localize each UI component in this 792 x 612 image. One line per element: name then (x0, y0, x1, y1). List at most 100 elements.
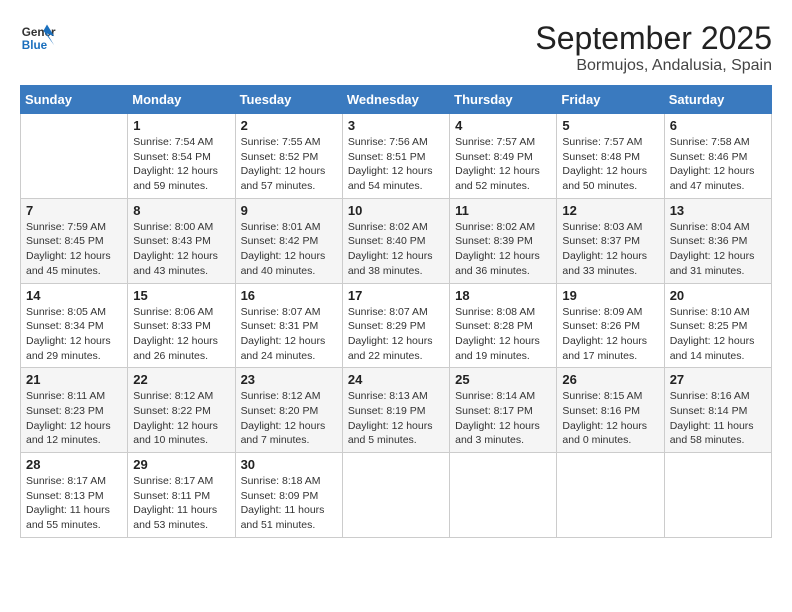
day-number: 18 (455, 288, 551, 303)
calendar-cell: 28 Sunrise: 8:17 AMSunset: 8:13 PMDayligh… (21, 453, 128, 538)
day-info: Sunrise: 8:08 AMSunset: 8:28 PMDaylight:… (455, 305, 551, 364)
calendar-cell (557, 453, 664, 538)
weekday-header: Monday (128, 86, 235, 114)
day-info: Sunrise: 8:07 AMSunset: 8:29 PMDaylight:… (348, 305, 444, 364)
calendar-week: 14 Sunrise: 8:05 AMSunset: 8:34 PMDayligh… (21, 283, 772, 368)
calendar-cell: 18 Sunrise: 8:08 AMSunset: 8:28 PMDayligh… (450, 283, 557, 368)
calendar-week: 21 Sunrise: 8:11 AMSunset: 8:23 PMDayligh… (21, 368, 772, 453)
day-number: 5 (562, 118, 658, 133)
day-number: 21 (26, 372, 122, 387)
calendar-cell: 12 Sunrise: 8:03 AMSunset: 8:37 PMDayligh… (557, 198, 664, 283)
calendar-header: SundayMondayTuesdayWednesdayThursdayFrid… (21, 86, 772, 114)
calendar-cell: 19Sunrise: 8:09 AMSunset: 8:26 PMDayligh… (557, 283, 664, 368)
day-info: Sunrise: 8:15 AMSunset: 8:16 PMDaylight:… (562, 389, 658, 448)
day-info: Sunrise: 8:07 AMSunset: 8:31 PMDaylight:… (241, 305, 337, 364)
day-info: Sunrise: 8:12 AMSunset: 8:20 PMDaylight:… (241, 389, 337, 448)
day-info: Sunrise: 7:57 AMSunset: 8:48 PMDaylight:… (562, 135, 658, 194)
day-number: 10 (348, 203, 444, 218)
calendar-cell (664, 453, 771, 538)
svg-text:Blue: Blue (22, 39, 48, 52)
calendar-cell (342, 453, 449, 538)
day-number: 8 (133, 203, 229, 218)
calendar-cell: 21 Sunrise: 8:11 AMSunset: 8:23 PMDayligh… (21, 368, 128, 453)
calendar-cell: 13 Sunrise: 8:04 AMSunset: 8:36 PMDayligh… (664, 198, 771, 283)
day-number: 16 (241, 288, 337, 303)
calendar-cell: 5 Sunrise: 7:57 AMSunset: 8:48 PMDaylight… (557, 114, 664, 199)
calendar-cell: 1 Sunrise: 7:54 AMSunset: 8:54 PMDaylight… (128, 114, 235, 199)
calendar-cell (450, 453, 557, 538)
day-number: 22 (133, 372, 229, 387)
month-title: September 2025 (535, 20, 772, 57)
day-info: Sunrise: 8:04 AMSunset: 8:36 PMDaylight:… (670, 220, 766, 279)
weekday-header: Sunday (21, 86, 128, 114)
calendar-cell: 29Sunrise: 8:17 AMSunset: 8:11 PMDayligh… (128, 453, 235, 538)
day-info: Sunrise: 7:54 AMSunset: 8:54 PMDaylight:… (133, 135, 229, 194)
calendar-cell: 14 Sunrise: 8:05 AMSunset: 8:34 PMDayligh… (21, 283, 128, 368)
calendar-cell: 24 Sunrise: 8:13 AMSunset: 8:19 PMDayligh… (342, 368, 449, 453)
day-info: Sunrise: 8:02 AMSunset: 8:39 PMDaylight:… (455, 220, 551, 279)
weekday-header: Friday (557, 86, 664, 114)
day-info: Sunrise: 8:16 AMSunset: 8:14 PMDaylight:… (670, 389, 766, 448)
day-number: 7 (26, 203, 122, 218)
calendar-cell: 26 Sunrise: 8:15 AMSunset: 8:16 PMDayligh… (557, 368, 664, 453)
calendar-cell: 9 Sunrise: 8:01 AMSunset: 8:42 PMDaylight… (235, 198, 342, 283)
logo-icon: General Blue (20, 20, 56, 56)
day-number: 25 (455, 372, 551, 387)
calendar-cell: 3 Sunrise: 7:56 AMSunset: 8:51 PMDaylight… (342, 114, 449, 199)
calendar-cell: 17 Sunrise: 8:07 AMSunset: 8:29 PMDayligh… (342, 283, 449, 368)
day-info: Sunrise: 8:17 AMSunset: 8:13 PMDaylight:… (26, 474, 122, 533)
day-info: Sunrise: 7:55 AMSunset: 8:52 PMDaylight:… (241, 135, 337, 194)
day-number: 1 (133, 118, 229, 133)
day-number: 27 (670, 372, 766, 387)
calendar-cell: 4Sunrise: 7:57 AMSunset: 8:49 PMDaylight… (450, 114, 557, 199)
day-number: 12 (562, 203, 658, 218)
calendar-cell: 7 Sunrise: 7:59 AMSunset: 8:45 PMDaylight… (21, 198, 128, 283)
weekday-header: Thursday (450, 86, 557, 114)
calendar-cell: 6Sunrise: 7:58 AMSunset: 8:46 PMDaylight… (664, 114, 771, 199)
calendar-cell: 2Sunrise: 7:55 AMSunset: 8:52 PMDaylight… (235, 114, 342, 199)
day-number: 28 (26, 457, 122, 472)
weekday-header: Saturday (664, 86, 771, 114)
day-number: 26 (562, 372, 658, 387)
calendar-cell: 22 Sunrise: 8:12 AMSunset: 8:22 PMDayligh… (128, 368, 235, 453)
calendar-week: 7 Sunrise: 7:59 AMSunset: 8:45 PMDaylight… (21, 198, 772, 283)
day-number: 23 (241, 372, 337, 387)
day-number: 11 (455, 203, 551, 218)
day-number: 24 (348, 372, 444, 387)
calendar-table: SundayMondayTuesdayWednesdayThursdayFrid… (20, 85, 772, 538)
calendar-cell: 23 Sunrise: 8:12 AMSunset: 8:20 PMDayligh… (235, 368, 342, 453)
calendar-cell: 25 Sunrise: 8:14 AMSunset: 8:17 PMDayligh… (450, 368, 557, 453)
calendar-cell: 27 Sunrise: 8:16 AMSunset: 8:14 PMDayligh… (664, 368, 771, 453)
logo: General Blue (20, 20, 56, 56)
day-info: Sunrise: 7:58 AMSunset: 8:46 PMDaylight:… (670, 135, 766, 194)
day-info: Sunrise: 7:59 AMSunset: 8:45 PMDaylight:… (26, 220, 122, 279)
calendar-cell: 20 Sunrise: 8:10 AMSunset: 8:25 PMDayligh… (664, 283, 771, 368)
calendar-cell: 10Sunrise: 8:02 AMSunset: 8:40 PMDayligh… (342, 198, 449, 283)
title-block: September 2025 Bormujos, Andalusia, Spai… (535, 20, 772, 75)
day-info: Sunrise: 8:14 AMSunset: 8:17 PMDaylight:… (455, 389, 551, 448)
calendar-week: 28 Sunrise: 8:17 AMSunset: 8:13 PMDayligh… (21, 453, 772, 538)
day-info: Sunrise: 8:18 AMSunset: 8:09 PMDaylight:… (241, 474, 337, 533)
day-number: 20 (670, 288, 766, 303)
day-info: Sunrise: 8:11 AMSunset: 8:23 PMDaylight:… (26, 389, 122, 448)
day-number: 14 (26, 288, 122, 303)
location-title: Bormujos, Andalusia, Spain (535, 57, 772, 75)
day-number: 4 (455, 118, 551, 133)
day-info: Sunrise: 8:13 AMSunset: 8:19 PMDaylight:… (348, 389, 444, 448)
day-info: Sunrise: 8:03 AMSunset: 8:37 PMDaylight:… (562, 220, 658, 279)
day-number: 9 (241, 203, 337, 218)
day-info: Sunrise: 8:06 AMSunset: 8:33 PMDaylight:… (133, 305, 229, 364)
calendar-cell: 8Sunrise: 8:00 AMSunset: 8:43 PMDaylight… (128, 198, 235, 283)
day-info: Sunrise: 8:12 AMSunset: 8:22 PMDaylight:… (133, 389, 229, 448)
day-number: 13 (670, 203, 766, 218)
calendar-cell: 11 Sunrise: 8:02 AMSunset: 8:39 PMDayligh… (450, 198, 557, 283)
day-number: 19 (562, 288, 658, 303)
day-number: 17 (348, 288, 444, 303)
day-info: Sunrise: 7:56 AMSunset: 8:51 PMDaylight:… (348, 135, 444, 194)
day-info: Sunrise: 8:10 AMSunset: 8:25 PMDaylight:… (670, 305, 766, 364)
day-info: Sunrise: 8:01 AMSunset: 8:42 PMDaylight:… (241, 220, 337, 279)
calendar-cell: 30Sunrise: 8:18 AMSunset: 8:09 PMDayligh… (235, 453, 342, 538)
weekday-header: Tuesday (235, 86, 342, 114)
day-info: Sunrise: 8:05 AMSunset: 8:34 PMDaylight:… (26, 305, 122, 364)
day-number: 3 (348, 118, 444, 133)
